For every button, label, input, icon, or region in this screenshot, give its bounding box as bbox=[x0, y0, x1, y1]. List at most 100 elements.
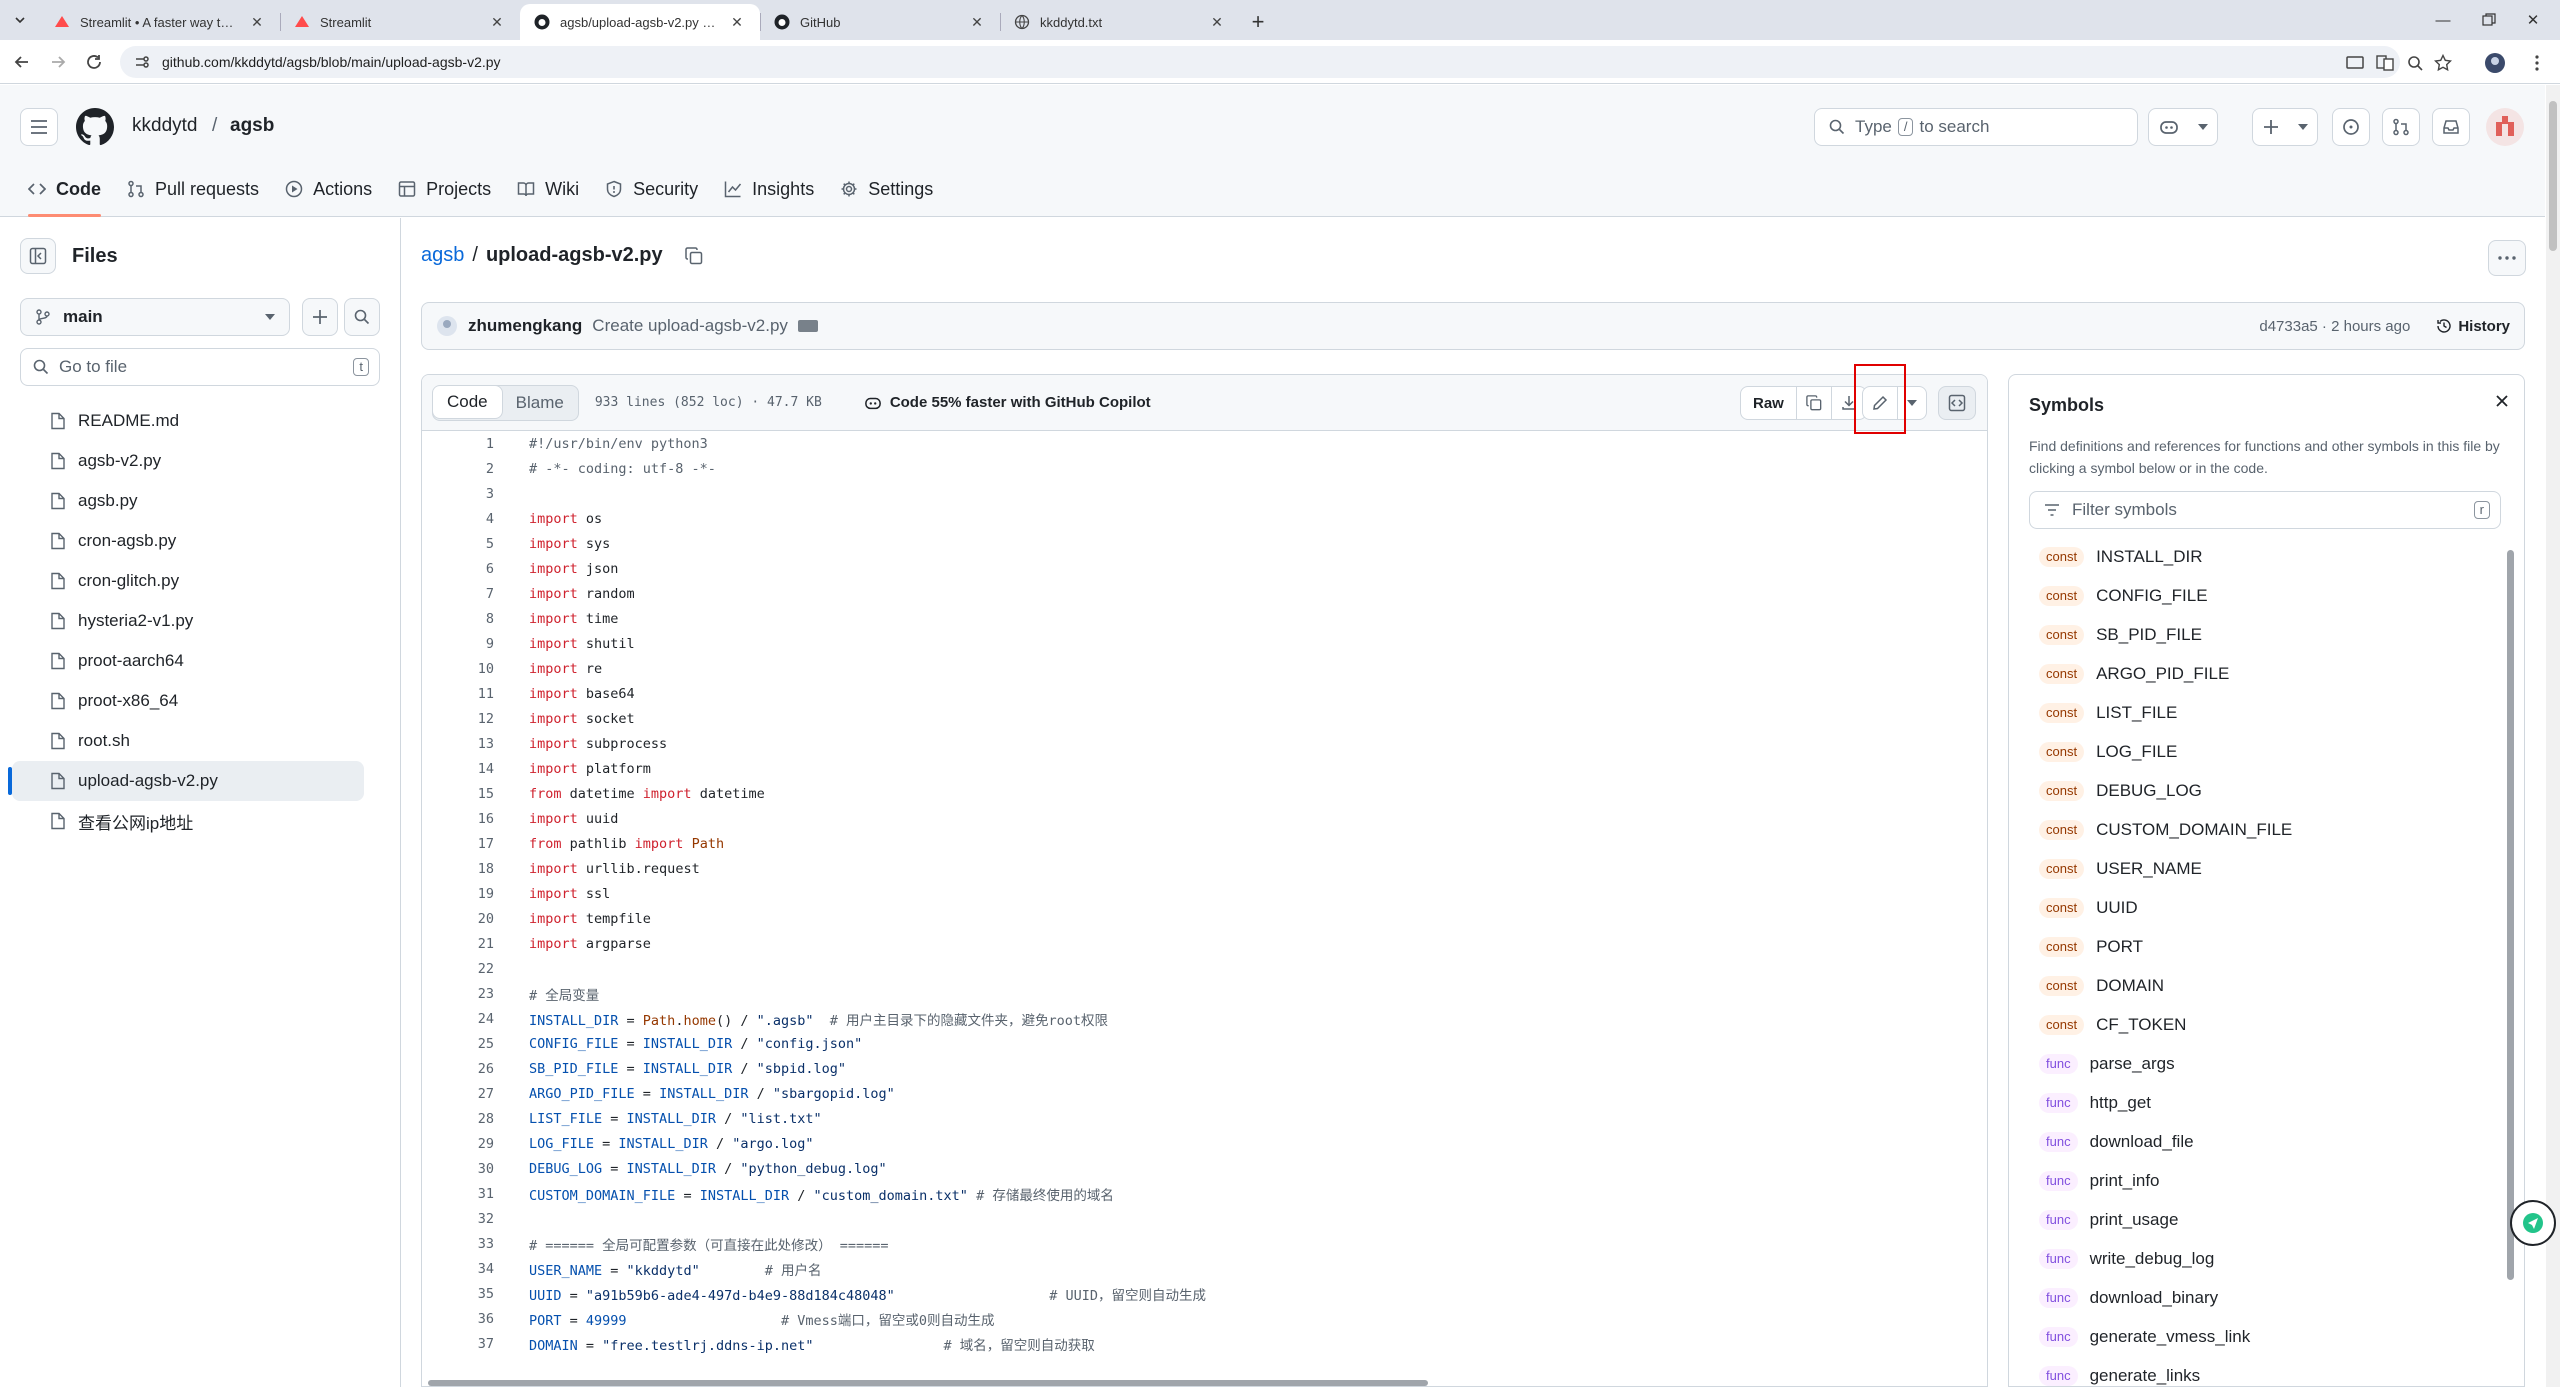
close-tab-icon[interactable]: ✕ bbox=[488, 13, 506, 31]
file-tree-item[interactable]: agsb-v2.py bbox=[12, 441, 364, 481]
translate-icon[interactable] bbox=[2374, 52, 2396, 74]
line-number[interactable]: 28 bbox=[422, 1111, 494, 1127]
code-line[interactable]: 11 import base64 bbox=[422, 681, 1987, 706]
page-scrollbar[interactable] bbox=[2546, 85, 2560, 1387]
symbol-item[interactable]: const ARGO_PID_FILE bbox=[2039, 654, 2479, 693]
line-number[interactable]: 6 bbox=[422, 561, 494, 577]
owner-link[interactable]: kkddytd bbox=[132, 115, 197, 137]
horizontal-scrollbar[interactable] bbox=[428, 1380, 1428, 1386]
blame-view-tab[interactable]: Blame bbox=[502, 386, 578, 420]
line-number[interactable]: 15 bbox=[422, 786, 494, 802]
symbol-item[interactable]: func generate_vmess_link bbox=[2039, 1317, 2479, 1356]
code-line[interactable]: 29 LOG_FILE = INSTALL_DIR / "argo.log" bbox=[422, 1131, 1987, 1156]
code-line[interactable]: 21 import argparse bbox=[422, 931, 1987, 956]
code-line[interactable]: 9 import shutil bbox=[422, 631, 1987, 656]
code-line[interactable]: 14 import platform bbox=[422, 756, 1987, 781]
code-line[interactable]: 27 ARGO_PID_FILE = INSTALL_DIR / "sbargop… bbox=[422, 1081, 1987, 1106]
copilot-button[interactable] bbox=[2148, 108, 2218, 146]
pull-requests-button[interactable] bbox=[2382, 108, 2420, 146]
tab-actions[interactable]: Actions bbox=[275, 167, 388, 211]
line-number[interactable]: 20 bbox=[422, 911, 494, 927]
line-number[interactable]: 23 bbox=[422, 986, 494, 1002]
symbol-item[interactable]: const CUSTOM_DOMAIN_FILE bbox=[2039, 810, 2479, 849]
code-line[interactable]: 17 from pathlib import Path bbox=[422, 831, 1987, 856]
line-number[interactable]: 24 bbox=[422, 1011, 494, 1027]
code-line[interactable]: 31 CUSTOM_DOMAIN_FILE = INSTALL_DIR / "cu… bbox=[422, 1181, 1987, 1206]
line-number[interactable]: 2 bbox=[422, 461, 494, 477]
line-number[interactable]: 30 bbox=[422, 1161, 494, 1177]
symbol-item[interactable]: const INSTALL_DIR bbox=[2039, 537, 2479, 576]
zoom-icon[interactable] bbox=[2404, 52, 2426, 74]
add-file-button[interactable] bbox=[302, 298, 338, 336]
code-line[interactable]: 28 LIST_FILE = INSTALL_DIR / "list.txt" bbox=[422, 1106, 1987, 1131]
site-info-icon[interactable] bbox=[134, 54, 150, 70]
line-number[interactable]: 4 bbox=[422, 511, 494, 527]
symbols-scrollbar[interactable] bbox=[2507, 550, 2514, 1280]
tab-insights[interactable]: Insights bbox=[714, 167, 830, 211]
chevron-down-icon[interactable] bbox=[1897, 387, 1926, 419]
code-line[interactable]: 22 bbox=[422, 956, 1987, 981]
tab-security[interactable]: Security bbox=[595, 167, 714, 211]
symbol-item[interactable]: const PORT bbox=[2039, 927, 2479, 966]
browser-tab[interactable]: agsb/upload-agsb-v2.py at m ✕ bbox=[520, 4, 760, 40]
code-line[interactable]: 3 bbox=[422, 481, 1987, 506]
code-line[interactable]: 26 SB_PID_FILE = INSTALL_DIR / "sbpid.log… bbox=[422, 1056, 1987, 1081]
line-number[interactable]: 21 bbox=[422, 936, 494, 952]
close-window-icon[interactable]: ✕ bbox=[2504, 0, 2560, 40]
line-number[interactable]: 33 bbox=[422, 1236, 494, 1252]
code-line[interactable]: 30 DEBUG_LOG = INSTALL_DIR / "python_debu… bbox=[422, 1156, 1987, 1181]
browser-tab[interactable]: GitHub ✕ bbox=[760, 4, 1000, 40]
cast-icon[interactable] bbox=[2344, 52, 2366, 74]
line-number[interactable]: 16 bbox=[422, 811, 494, 827]
close-tab-icon[interactable]: ✕ bbox=[248, 13, 266, 31]
file-tree-item[interactable]: cron-agsb.py bbox=[12, 521, 364, 561]
line-number[interactable]: 29 bbox=[422, 1136, 494, 1152]
symbol-item[interactable]: const DEBUG_LOG bbox=[2039, 771, 2479, 810]
symbol-item[interactable]: const CONFIG_FILE bbox=[2039, 576, 2479, 615]
search-input[interactable]: Type / to search bbox=[1814, 108, 2138, 146]
symbol-item[interactable]: const CF_TOKEN bbox=[2039, 1005, 2479, 1044]
code-line[interactable]: 25 CONFIG_FILE = INSTALL_DIR / "config.js… bbox=[422, 1031, 1987, 1056]
file-tree-item[interactable]: cron-glitch.py bbox=[12, 561, 364, 601]
line-number[interactable]: 3 bbox=[422, 486, 494, 502]
code-line[interactable]: 35 UUID = "a91b59b6-ade4-497d-b4e9-88d184… bbox=[422, 1281, 1987, 1306]
code-line[interactable]: 34 USER_NAME = "kkddytd" # 用户名 bbox=[422, 1256, 1987, 1281]
code-line[interactable]: 23 # 全局变量 bbox=[422, 981, 1987, 1006]
symbol-item[interactable]: func write_debug_log bbox=[2039, 1239, 2479, 1278]
line-number[interactable]: 19 bbox=[422, 886, 494, 902]
history-button[interactable]: History bbox=[2436, 318, 2510, 335]
code-line[interactable]: 32 bbox=[422, 1206, 1987, 1231]
symbol-item[interactable]: func print_info bbox=[2039, 1161, 2479, 1200]
symbol-item[interactable]: const SB_PID_FILE bbox=[2039, 615, 2479, 654]
line-number[interactable]: 9 bbox=[422, 636, 494, 652]
copy-raw-icon[interactable] bbox=[1795, 387, 1831, 419]
code-line[interactable]: 18 import urllib.request bbox=[422, 856, 1987, 881]
copy-path-icon[interactable] bbox=[684, 246, 703, 265]
go-to-file-input[interactable]: Go to file t bbox=[20, 348, 380, 386]
close-icon[interactable] bbox=[2494, 393, 2510, 409]
symbol-item[interactable]: func print_usage bbox=[2039, 1200, 2479, 1239]
tab-wiki[interactable]: Wiki bbox=[507, 167, 595, 211]
browser-menu-icon[interactable] bbox=[2526, 52, 2548, 74]
more-options-button[interactable] bbox=[2488, 240, 2526, 276]
code-line[interactable]: 7 import random bbox=[422, 581, 1987, 606]
code-line[interactable]: 16 import uuid bbox=[422, 806, 1987, 831]
symbol-item[interactable]: func download_file bbox=[2039, 1122, 2479, 1161]
avatar[interactable] bbox=[2486, 108, 2524, 146]
tab-code[interactable]: Code bbox=[18, 167, 117, 217]
edit-pencil-icon[interactable] bbox=[1863, 387, 1897, 419]
close-tab-icon[interactable]: ✕ bbox=[968, 13, 986, 31]
code-line[interactable]: 4 import os bbox=[422, 506, 1987, 531]
file-tree-item[interactable]: README.md bbox=[12, 401, 364, 441]
code-line[interactable]: 8 import time bbox=[422, 606, 1987, 631]
symbol-item[interactable]: const LOG_FILE bbox=[2039, 732, 2479, 771]
code-line[interactable]: 36 PORT = 49999 # Vmess端口，留空或0则自动生成 bbox=[422, 1306, 1987, 1331]
line-number[interactable]: 12 bbox=[422, 711, 494, 727]
line-number[interactable]: 5 bbox=[422, 536, 494, 552]
copilot-promo-link[interactable]: Code 55% faster with GitHub Copilot bbox=[864, 394, 1151, 411]
collapse-sidebar-icon[interactable] bbox=[20, 238, 56, 274]
code-line[interactable]: 2 # -*- coding: utf-8 -*- bbox=[422, 456, 1987, 481]
tab-search-icon[interactable] bbox=[0, 0, 40, 40]
bookmark-star-icon[interactable] bbox=[2432, 52, 2454, 74]
code-line[interactable]: 1 #!/usr/bin/env python3 bbox=[422, 431, 1987, 456]
